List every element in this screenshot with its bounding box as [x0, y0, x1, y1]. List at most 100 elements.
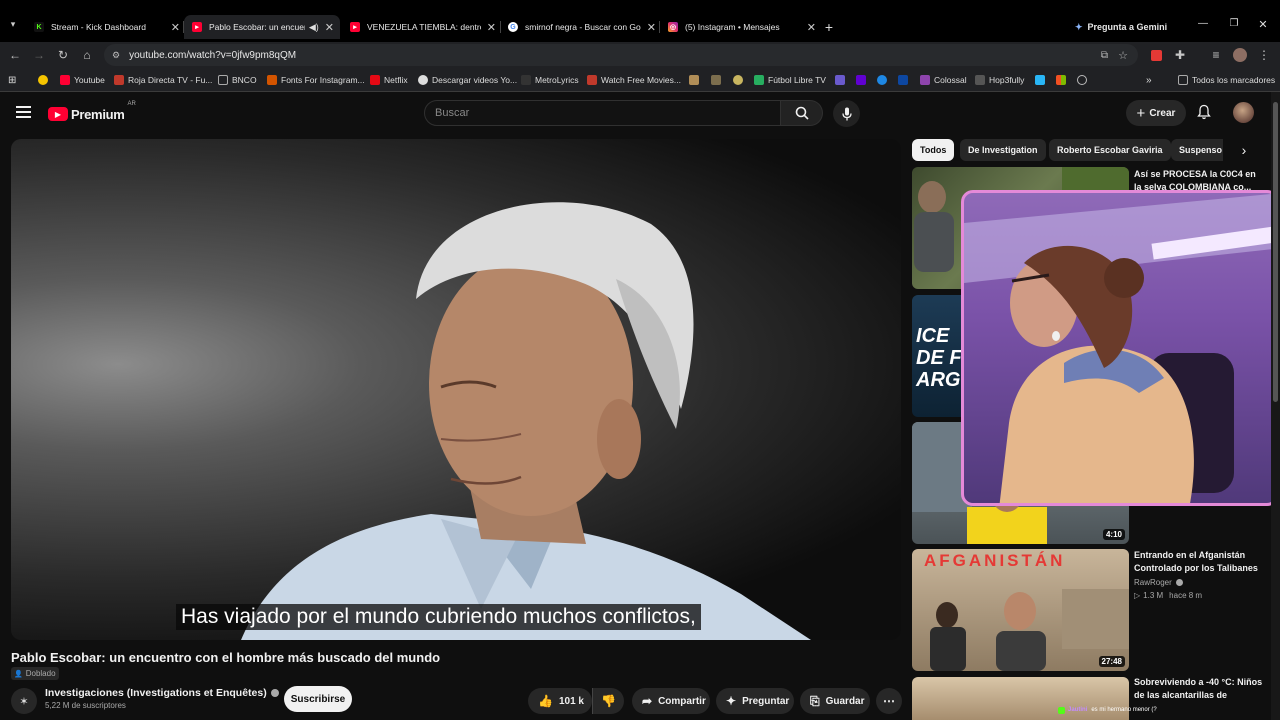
new-tab-button[interactable]: + — [821, 19, 837, 35]
tab-youtube-pablo-escobar[interactable]: ▸ Pablo Escobar: un encuentro con el hom… — [184, 15, 340, 39]
related-video-thumbnail[interactable]: AFGANISTÁN 27:48 — [912, 549, 1129, 671]
bookmark-icon-a[interactable] — [689, 72, 703, 88]
related-video-title[interactable]: Sobreviviendo a -40 °C: Niños de las alc… — [1134, 676, 1264, 702]
chat-text: es mi hermano menor (? — [1091, 707, 1157, 713]
bookmark-bnco[interactable]: BNCO — [218, 72, 257, 88]
share-button[interactable]: ➦ Compartir — [632, 688, 710, 714]
gemini-button[interactable]: ✦ Pregunta a Gemini — [1075, 17, 1167, 37]
more-bookmarks-icon[interactable]: » — [1146, 72, 1152, 88]
save-button[interactable]: ⎘ Guardar — [800, 688, 870, 714]
close-tab-icon[interactable]: ✕ — [171, 21, 180, 34]
bookmark-youtube[interactable]: Youtube — [60, 72, 105, 88]
webcam-overlay — [961, 190, 1279, 506]
tab-venezuela[interactable]: ▸ VENEZUELA TIEMBLA: dentro de ✕ — [344, 15, 496, 39]
chip-todos[interactable]: Todos — [912, 139, 955, 161]
address-bar[interactable]: ⚙ youtube.com/watch?v=0jfw9pm8qQM ⧉ ☆ — [104, 44, 1138, 66]
gemini-icon: ✦ — [1075, 21, 1083, 32]
youtube-play-icon: ▶ — [48, 107, 68, 121]
video-player[interactable]: Has viajado por el mundo cubriendo mucho… — [11, 139, 901, 640]
voice-search-button[interactable] — [833, 100, 860, 127]
bookmark-netflix[interactable]: Netflix — [370, 72, 408, 88]
bookmark-metrolyrics[interactable]: MetroLyrics — [521, 72, 579, 88]
bookmark-descargar-videos[interactable]: Descargar videos Yo... — [418, 72, 517, 88]
chip-de-investigation[interactable]: De Investigation — [960, 139, 1046, 161]
scrollbar-thumb[interactable] — [1273, 102, 1278, 402]
chip-suspenso[interactable]: Suspenso — [1171, 139, 1223, 161]
related-video-title[interactable]: Entrando en el Afganistán Controlado por… — [1134, 549, 1264, 575]
close-tab-icon[interactable]: ✕ — [325, 21, 334, 34]
tab-kick-dashboard[interactable]: K Stream - Kick Dashboard ✕ — [28, 15, 180, 39]
bookmark-icon-g[interactable] — [1035, 72, 1049, 88]
video-duration: 4:10 — [1102, 529, 1125, 540]
bookmark-emoji[interactable] — [38, 72, 52, 88]
reload-icon[interactable]: ↻ — [55, 47, 71, 63]
bookmark-roja-directa[interactable]: Roja Directa TV - Fu... — [114, 72, 212, 88]
bookmark-hop3fully[interactable]: Hop3fully — [975, 72, 1024, 88]
profile-avatar-icon[interactable] — [1232, 47, 1248, 63]
search-box[interactable]: Buscar — [424, 100, 781, 126]
dislike-button[interactable]: 👎 — [592, 688, 624, 714]
home-icon[interactable]: ⌂ — [79, 47, 95, 63]
stream-chat-message: Jautini es mi hermano menor (? — [1058, 704, 1157, 716]
youtube-icon — [60, 75, 70, 85]
bookmark-icon-d[interactable] — [835, 72, 849, 88]
chrome-menu-icon[interactable]: ⋮ — [1256, 47, 1272, 63]
youtube-premium-logo[interactable]: ▶ Premium AR — [48, 101, 136, 123]
like-button[interactable]: 👍 101 k — [528, 688, 592, 714]
close-tab-icon[interactable]: ✕ — [647, 21, 656, 34]
upload-age: hace 8 m — [1169, 591, 1203, 600]
bookmark-icon-f[interactable] — [898, 72, 912, 88]
bookmark-watch-free-movies[interactable]: Watch Free Movies... — [587, 72, 681, 88]
tab-search-button[interactable]: ▾ — [6, 19, 20, 33]
bookmark-fonts-instagram[interactable]: Fonts For Instagram... — [267, 72, 365, 88]
back-icon[interactable]: ← — [7, 47, 23, 63]
bookmark-futbol-libre[interactable]: Fútbol Libre TV — [754, 72, 826, 88]
bookmark-star-icon[interactable]: ☆ — [1118, 49, 1128, 62]
more-actions-button[interactable]: ⋯ — [876, 688, 902, 714]
apps-grid-icon[interactable]: ⊞ — [8, 72, 16, 88]
media-control-icon[interactable]: ≡ — [1208, 47, 1224, 63]
install-app-icon[interactable]: ⧉ — [1101, 50, 1108, 61]
minimize-button[interactable]: — — [1196, 18, 1210, 32]
guide-menu-icon[interactable] — [16, 105, 32, 119]
close-window-button[interactable]: ✕ — [1256, 18, 1270, 32]
close-tab-icon[interactable]: ✕ — [487, 21, 496, 34]
restore-button[interactable]: ❐ — [1227, 18, 1241, 32]
page-scrollbar[interactable] — [1271, 92, 1280, 720]
video-frame-man — [241, 202, 811, 640]
ask-button[interactable]: ✦ Preguntar — [716, 688, 794, 714]
bookmark-icon-e[interactable] — [877, 72, 891, 88]
bookmark-icon-c[interactable] — [733, 72, 747, 88]
colossal-icon — [920, 75, 930, 85]
subscribe-button[interactable]: Suscribirse — [284, 686, 352, 712]
create-button[interactable]: + Crear — [1126, 100, 1186, 126]
all-bookmarks-folder[interactable]: Todos los marcadores — [1178, 72, 1275, 88]
url-text: youtube.com/watch?v=0jfw9pm8qQM — [129, 49, 297, 61]
extension-red-icon[interactable] — [1148, 47, 1164, 63]
close-tab-icon[interactable]: ✕ — [807, 21, 816, 34]
browser-toolbar: ← → ↻ ⌂ ⚙ youtube.com/watch?v=0jfw9pm8qQ… — [0, 42, 1280, 68]
notifications-bell-icon[interactable] — [1196, 104, 1214, 122]
chip-roberto-escobar[interactable]: Roberto Escobar Gaviria — [1049, 139, 1171, 161]
account-avatar[interactable] — [1233, 102, 1254, 123]
bookmark-globe[interactable] — [1077, 72, 1091, 88]
chips-next-icon[interactable]: › — [1235, 141, 1253, 159]
related-video-channel[interactable]: RawRoger — [1134, 578, 1183, 587]
bookmark-label: Fútbol Libre TV — [768, 75, 826, 85]
bookmark-icon-b[interactable] — [711, 72, 725, 88]
bookmark-microsoft[interactable] — [1056, 72, 1070, 88]
channel-name[interactable]: Investigaciones (Investigations et Enquê… — [45, 687, 279, 699]
speaker-icon[interactable]: ◀) — [309, 22, 319, 33]
search-button[interactable] — [781, 100, 823, 126]
search-icon — [795, 106, 809, 120]
channel-avatar[interactable]: ✶ — [11, 688, 37, 714]
metrolyrics-icon — [521, 75, 531, 85]
bookmark-label: Youtube — [74, 75, 105, 85]
site-info-icon[interactable]: ⚙ — [112, 50, 120, 61]
bookmark-colossal[interactable]: Colossal — [920, 72, 967, 88]
extensions-puzzle-icon[interactable]: ✚ — [1172, 47, 1188, 63]
tab-google-search[interactable]: G smirnof negra - Buscar con Google ✕ — [504, 15, 656, 39]
bookmark-yahoo[interactable] — [856, 72, 870, 88]
forward-icon[interactable]: → — [31, 47, 47, 63]
tab-instagram[interactable]: ◎ (5) Instagram • Mensajes ✕ — [664, 15, 816, 39]
